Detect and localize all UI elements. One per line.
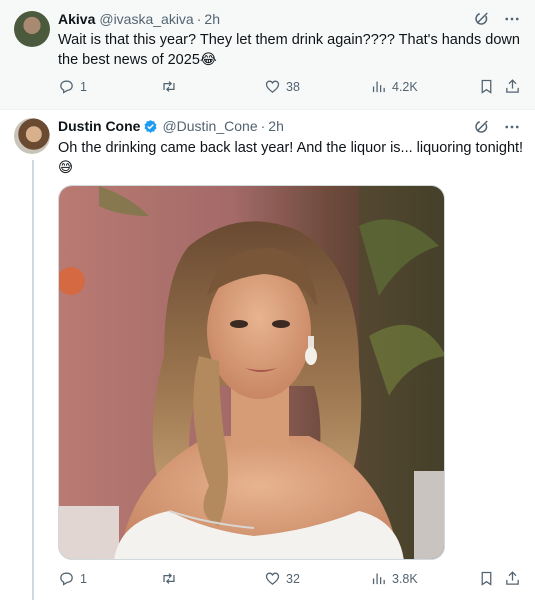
views-count: 4.2K [392, 79, 418, 94]
avatar[interactable] [14, 11, 50, 47]
retweet-icon [160, 78, 178, 95]
separator: · [196, 11, 202, 27]
tweet[interactable]: Akiva @ivaska_akiva · 2h Wait is that th… [0, 0, 535, 110]
verified-badge-icon [143, 119, 158, 134]
timestamp[interactable]: 2h [268, 118, 284, 134]
grok-icon[interactable] [473, 10, 491, 28]
photo-woman-white-dress [59, 186, 444, 559]
author-name[interactable]: Dustin Cone [58, 118, 140, 134]
author-handle[interactable]: @ivaska_akiva [99, 11, 193, 27]
more-icon[interactable] [503, 10, 521, 28]
views-button[interactable]: 4.2K [370, 78, 418, 95]
share-icon [504, 570, 521, 587]
tweet-text: Oh the drinking came back last year! And… [58, 140, 524, 176]
tweet[interactable]: Dustin Cone @Dustin_Cone · 2h Oh the dri… [0, 110, 535, 600]
share-button[interactable] [504, 78, 521, 95]
views-icon [370, 78, 387, 95]
reply-count: 1 [80, 571, 87, 586]
avatar[interactable] [14, 118, 50, 154]
bookmark-button[interactable] [478, 570, 495, 587]
timestamp[interactable]: 2h [204, 11, 220, 27]
reply-count: 1 [80, 79, 87, 94]
reply-button[interactable]: 1 [58, 570, 87, 587]
like-icon [264, 570, 281, 587]
retweet-button[interactable] [160, 570, 178, 587]
like-button[interactable]: 38 [264, 78, 300, 95]
like-count: 38 [286, 79, 300, 94]
tweet-header: Akiva @ivaska_akiva · 2h [58, 11, 220, 27]
grok-icon[interactable] [473, 118, 491, 136]
bookmark-button[interactable] [478, 78, 495, 95]
reply-button[interactable]: 1 [58, 78, 87, 95]
tweet-media-photo[interactable] [58, 185, 445, 560]
bookmark-icon [478, 78, 495, 95]
thread-line [32, 160, 34, 600]
like-count: 32 [286, 571, 300, 586]
reply-icon [58, 78, 75, 95]
retweet-button[interactable] [160, 78, 178, 95]
tweet-top-icons [473, 10, 521, 28]
like-icon [264, 78, 281, 95]
reply-icon [58, 570, 75, 587]
tweet-header: Dustin Cone @Dustin_Cone · 2h [58, 118, 284, 134]
views-icon [370, 570, 387, 587]
bookmark-icon [478, 570, 495, 587]
tweet-text: Wait is that this year? They let them dr… [58, 32, 520, 68]
author-handle[interactable]: @Dustin_Cone [162, 118, 257, 134]
tweet-actions: 1 32 3.8K [58, 570, 523, 590]
tweet-top-icons [473, 118, 521, 136]
tweet-actions: 1 38 4.2K [58, 78, 523, 98]
author-name[interactable]: Akiva [58, 11, 95, 27]
more-icon[interactable] [503, 118, 521, 136]
separator: · [260, 118, 266, 134]
views-count: 3.8K [392, 571, 418, 586]
retweet-icon [160, 570, 178, 587]
like-button[interactable]: 32 [264, 570, 300, 587]
share-icon [504, 78, 521, 95]
share-button[interactable] [504, 570, 521, 587]
views-button[interactable]: 3.8K [370, 570, 418, 587]
